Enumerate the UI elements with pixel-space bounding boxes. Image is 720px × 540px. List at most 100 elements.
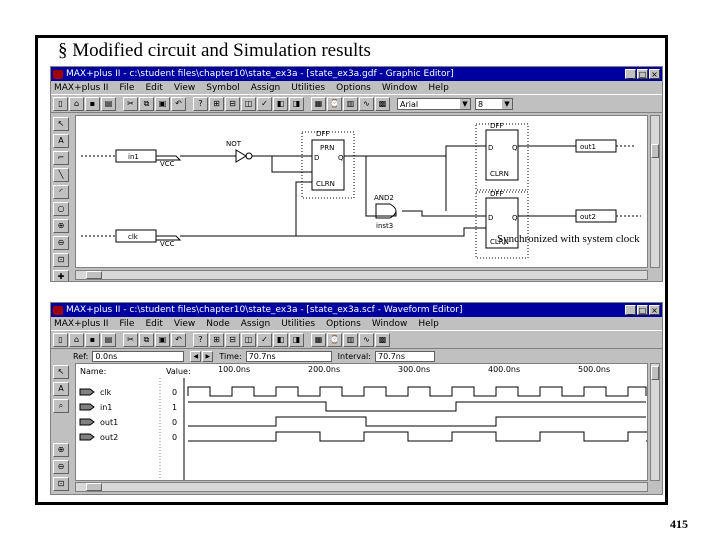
save-compile-icon[interactable]: ◧ (273, 332, 288, 347)
open-icon[interactable]: ⌂ (69, 96, 84, 111)
signal-name[interactable]: out1 (100, 418, 118, 427)
save-check-icon[interactable]: ✓ (257, 332, 272, 347)
menu-maxplus[interactable]: MAX+plus II (54, 83, 108, 93)
compile-icon[interactable]: ▥ (343, 96, 358, 111)
program-icon[interactable]: ▩ (375, 96, 390, 111)
save-check-icon[interactable]: ✓ (257, 96, 272, 111)
interval-field[interactable]: 70.7ns (374, 350, 435, 362)
print-icon[interactable]: ▤ (101, 332, 116, 347)
paste-icon[interactable]: ▣ (155, 96, 170, 111)
font-name-select[interactable]: Arial ▼ (397, 97, 471, 110)
new-icon[interactable]: ▯ (53, 332, 68, 347)
zoom-tool-icon[interactable]: ⌕ (53, 399, 69, 413)
menu-utilities[interactable]: Utilities (291, 83, 325, 93)
close-button[interactable]: × (649, 305, 660, 315)
hierarchy-down-icon[interactable]: ⊟ (225, 96, 240, 111)
program-icon[interactable]: ▩ (375, 332, 390, 347)
fit-window-icon[interactable]: ⊡ (53, 477, 69, 491)
arrow-tool-icon[interactable]: ↖ (53, 117, 69, 131)
floorplan-icon[interactable]: ▦ (311, 332, 326, 347)
graphic-vscroll-thumb[interactable] (651, 144, 659, 158)
timing-icon[interactable]: ⌚ (327, 332, 342, 347)
menu-view[interactable]: View (174, 83, 195, 93)
waveform-hscroll-thumb[interactable] (86, 483, 102, 491)
save-simulate-icon[interactable]: ◨ (289, 332, 304, 347)
print-icon[interactable]: ▤ (101, 96, 116, 111)
chevron-down-icon[interactable]: ▼ (502, 98, 512, 109)
menu-view[interactable]: View (174, 319, 195, 329)
schematic-canvas[interactable]: in1 clk out1 out2 VCC VCC NOT DFF PRN D … (75, 115, 648, 268)
menu-assign[interactable]: Assign (241, 319, 270, 329)
save-icon[interactable]: ▪ (85, 332, 100, 347)
help-icon[interactable]: ? (193, 332, 208, 347)
waveform-horizontal-scrollbar[interactable] (75, 482, 648, 492)
zoom-in-icon[interactable]: ⊕ (53, 443, 69, 457)
timing-icon[interactable]: ⌚ (327, 96, 342, 111)
menu-window[interactable]: Window (372, 319, 408, 329)
zoom-in-icon[interactable]: ⊕ (53, 219, 69, 233)
copy-icon[interactable]: ⧉ (139, 96, 154, 111)
maximize-button[interactable]: □ (637, 305, 648, 315)
project-icon[interactable]: ◫ (241, 332, 256, 347)
graphic-vertical-scrollbar[interactable] (650, 115, 660, 268)
new-icon[interactable]: ▯ (53, 96, 68, 111)
hierarchy-icon[interactable]: ⊞ (209, 332, 224, 347)
menu-options[interactable]: Options (336, 83, 371, 93)
open-icon[interactable]: ⌂ (69, 332, 84, 347)
menu-help[interactable]: Help (418, 319, 439, 329)
text-tool-icon[interactable]: A (53, 134, 69, 148)
menu-assign[interactable]: Assign (251, 83, 280, 93)
menu-options[interactable]: Options (326, 319, 361, 329)
paste-icon[interactable]: ▣ (155, 332, 170, 347)
minimize-button[interactable]: _ (625, 305, 636, 315)
help-icon[interactable]: ? (193, 96, 208, 111)
chevron-down-icon[interactable]: ▼ (460, 98, 470, 109)
undo-icon[interactable]: ↶ (171, 332, 186, 347)
project-icon[interactable]: ◫ (241, 96, 256, 111)
signal-name[interactable]: in1 (100, 403, 112, 412)
menu-utilities[interactable]: Utilities (281, 319, 315, 329)
menu-edit[interactable]: Edit (145, 319, 162, 329)
time-field[interactable]: 70.7ns (245, 350, 332, 362)
signal-name[interactable]: clk (100, 388, 112, 397)
minimize-button[interactable]: _ (625, 69, 636, 79)
save-simulate-icon[interactable]: ◨ (289, 96, 304, 111)
rubberband-icon[interactable]: ✚ (53, 270, 69, 281)
zoom-out-icon[interactable]: ⊖ (53, 236, 69, 250)
circle-icon[interactable]: ○ (53, 202, 69, 216)
save-icon[interactable]: ▪ (85, 96, 100, 111)
maximize-button[interactable]: □ (637, 69, 648, 79)
simulate-icon[interactable]: ∿ (359, 332, 374, 347)
menu-help[interactable]: Help (428, 83, 449, 93)
diagonal-line-icon[interactable]: ╲ (53, 168, 69, 182)
menu-node[interactable]: Node (206, 319, 230, 329)
undo-icon[interactable]: ↶ (171, 96, 186, 111)
save-compile-icon[interactable]: ◧ (273, 96, 288, 111)
menu-file[interactable]: File (119, 319, 134, 329)
menu-maxplus[interactable]: MAX+plus II (54, 319, 108, 329)
waveform-canvas[interactable]: Name: Value: 100.0ns 200.0ns 300.0ns 400… (75, 363, 648, 481)
floorplan-icon[interactable]: ▦ (311, 96, 326, 111)
graphic-horizontal-scrollbar[interactable] (75, 270, 648, 280)
copy-icon[interactable]: ⧉ (139, 332, 154, 347)
orthogonal-line-icon[interactable]: ⌐ (53, 151, 69, 165)
arrow-tool-icon[interactable]: ↖ (53, 365, 69, 379)
next-transition-icon[interactable]: ▶ (202, 350, 214, 362)
menu-symbol[interactable]: Symbol (206, 83, 240, 93)
close-button[interactable]: × (649, 69, 660, 79)
hierarchy-icon[interactable]: ⊞ (209, 96, 224, 111)
fit-window-icon[interactable]: ⊡ (53, 253, 69, 267)
waveform-vscroll-thumb[interactable] (651, 366, 659, 380)
arc-icon[interactable]: ◜ (53, 185, 69, 199)
ref-field[interactable]: 0.0ns (92, 350, 185, 362)
zoom-out-icon[interactable]: ⊖ (53, 460, 69, 474)
hierarchy-down-icon[interactable]: ⊟ (225, 332, 240, 347)
menu-window[interactable]: Window (382, 83, 418, 93)
signal-name[interactable]: out2 (100, 433, 118, 442)
cut-icon[interactable]: ✂ (123, 96, 138, 111)
menu-edit[interactable]: Edit (145, 83, 162, 93)
compile-icon[interactable]: ▥ (343, 332, 358, 347)
waveform-vertical-scrollbar[interactable] (650, 363, 660, 481)
graphic-hscroll-thumb[interactable] (86, 271, 102, 279)
prev-transition-icon[interactable]: ◀ (190, 350, 202, 362)
